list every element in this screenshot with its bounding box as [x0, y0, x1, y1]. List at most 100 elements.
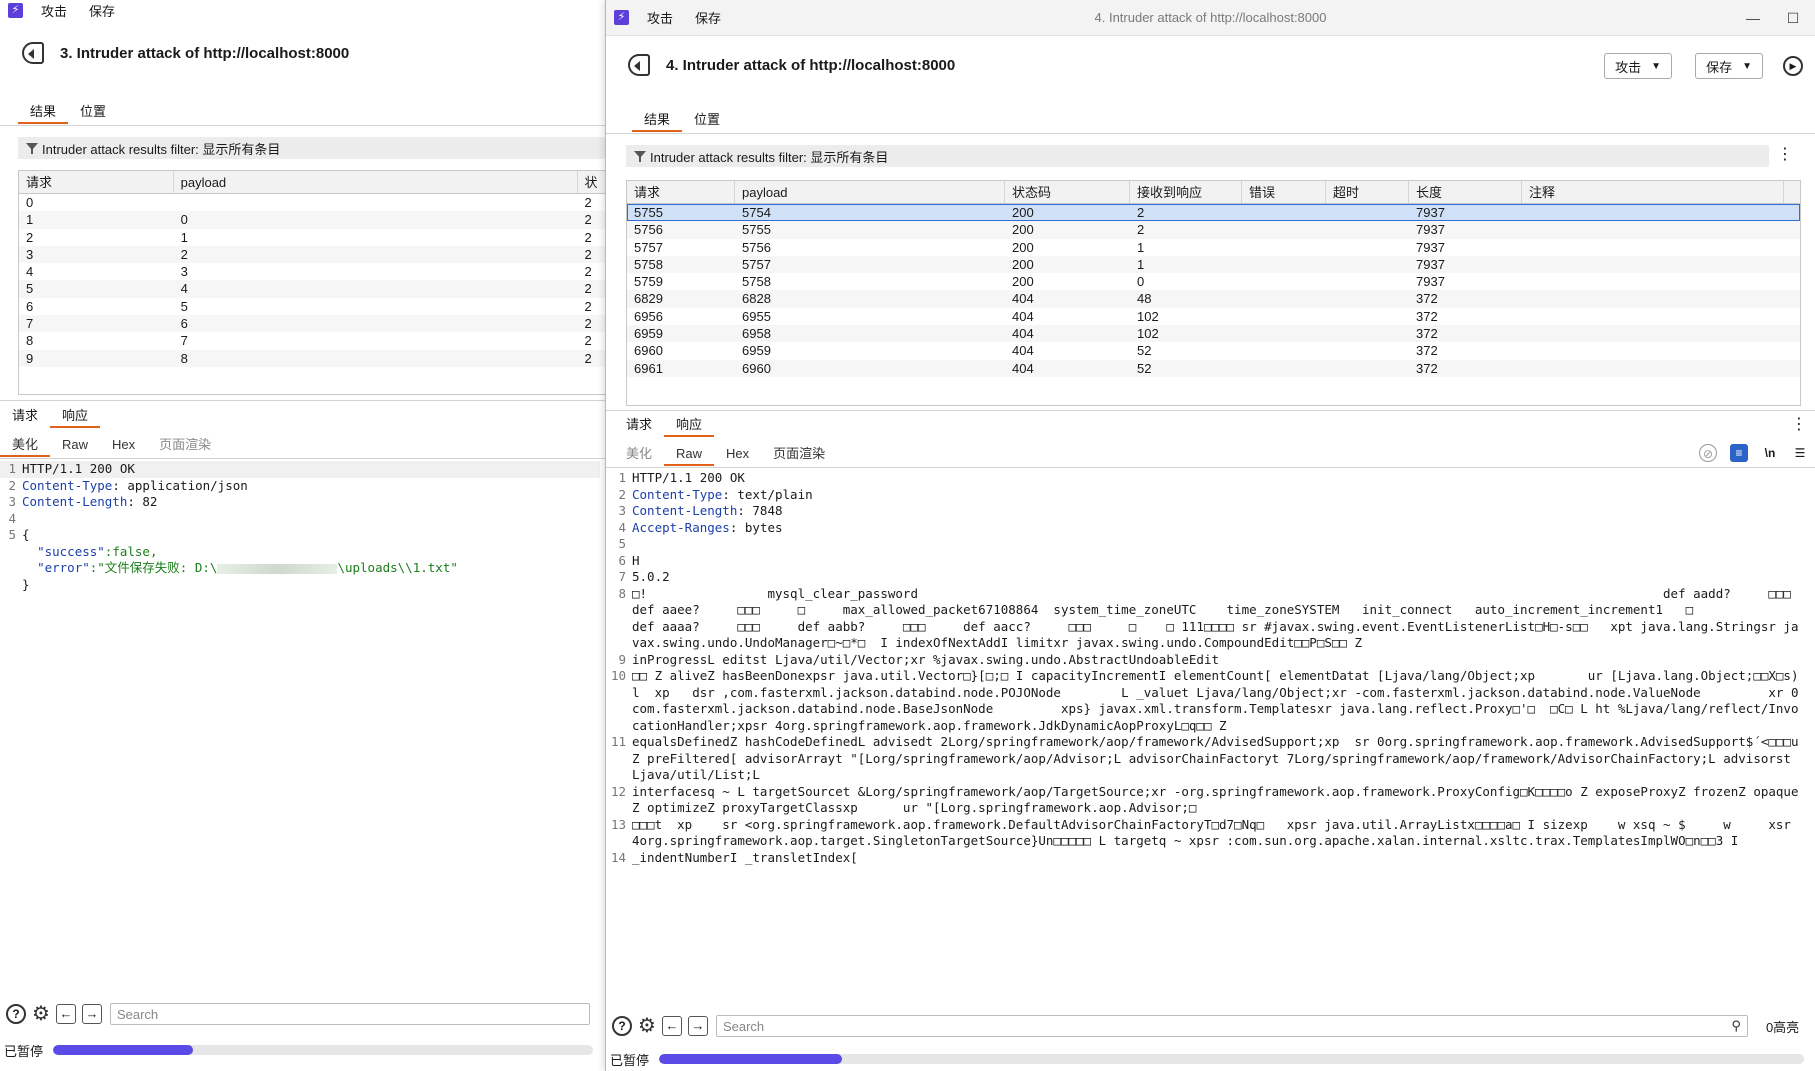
- hide-nonprintable-icon[interactable]: ⊘: [1699, 444, 1717, 462]
- right-response-editor[interactable]: 1 HTTP/1.1 200 OK 2 Content-Type: text/plai…: [610, 470, 1805, 1002]
- tab-results[interactable]: 结果: [632, 108, 683, 132]
- col-length[interactable]: 长度: [1409, 181, 1522, 203]
- view-hex[interactable]: Hex: [100, 433, 147, 457]
- tab-results[interactable]: 结果: [18, 100, 69, 124]
- table-cell: [1326, 204, 1409, 221]
- table-row[interactable]: 5 4 2: [19, 280, 605, 298]
- left-response-editor[interactable]: 1 HTTP/1.1 200 OK 2 Content-Type: applicati…: [0, 461, 600, 981]
- table-row[interactable]: 6960 6959 404 52 372: [627, 342, 1800, 359]
- tab-response[interactable]: 响应: [50, 404, 101, 428]
- table-row[interactable]: 5757 5756 200 1 7937: [627, 239, 1800, 256]
- table-row[interactable]: 02: [19, 194, 605, 211]
- table-cell: 2: [584, 229, 592, 245]
- table-cell: 7937: [1416, 239, 1445, 255]
- table-row[interactable]: 6 5 2: [19, 298, 605, 315]
- maximize-icon[interactable]: ☐: [1773, 0, 1813, 36]
- col-comment[interactable]: 注释: [1522, 181, 1784, 203]
- table-cell: 2: [584, 195, 592, 210]
- table-cell: 372: [1416, 360, 1438, 376]
- tab-positions[interactable]: 位置: [682, 108, 732, 132]
- line-text: _indentNumberI _transletIndex[: [632, 849, 858, 865]
- results-filter-bar[interactable]: Intruder attack results filter: 显示所有条目: [626, 145, 1769, 167]
- newline-icon[interactable]: \n: [1761, 444, 1779, 462]
- table-row[interactable]: 6956 6955 404 102 372: [627, 308, 1800, 325]
- menu-icon[interactable]: ☰: [1791, 444, 1809, 462]
- search-input[interactable]: Search: [109, 1003, 590, 1025]
- view-render[interactable]: 页面渲染: [147, 433, 223, 457]
- table-cell: 1: [1137, 256, 1145, 272]
- editor-line: 4: [0, 511, 600, 528]
- forward-nav-icon[interactable]: →: [81, 1004, 102, 1024]
- table-row[interactable]: 6961 6960 404 52 372: [627, 359, 1800, 377]
- line-text: {: [22, 527, 30, 542]
- menu-attack[interactable]: 攻击: [647, 8, 673, 27]
- back-nav-icon[interactable]: ←: [55, 1004, 76, 1024]
- col-payload[interactable]: payload: [735, 181, 1005, 203]
- table-row[interactable]: 7 6 2: [19, 315, 605, 333]
- gear-icon[interactable]: ⚙: [638, 1016, 656, 1036]
- table-row[interactable]: 9 8 2: [19, 349, 605, 367]
- view-raw[interactable]: Raw: [50, 433, 100, 457]
- status-label: 已暂停: [4, 1043, 44, 1059]
- table-row[interactable]: 1 0 2: [19, 211, 605, 229]
- table-cell: 5: [180, 298, 188, 314]
- tab-positions[interactable]: 位置: [68, 100, 118, 124]
- col-status-code[interactable]: 状态码: [1005, 181, 1130, 203]
- menu-save[interactable]: 保存: [89, 1, 115, 20]
- menu-save[interactable]: 保存: [695, 8, 721, 27]
- line-text: HTTP/1.1 200 OK: [632, 470, 745, 485]
- results-filter-bar[interactable]: Intruder attack results filter: 显示所有条目: [18, 137, 605, 159]
- minimize-icon[interactable]: —: [1733, 0, 1773, 36]
- table-cell: 2: [584, 246, 592, 262]
- table-cell: [1242, 308, 1326, 325]
- table-cell: [1326, 308, 1409, 325]
- view-raw[interactable]: Raw: [664, 442, 715, 466]
- table-row[interactable]: 3 2 2: [19, 245, 605, 264]
- view-render[interactable]: 页面渲染: [761, 442, 837, 466]
- gear-icon[interactable]: ⚙: [32, 1004, 50, 1024]
- more-options-icon[interactable]: ⋮: [1777, 146, 1793, 164]
- table-row[interactable]: 6829 6828 404 48 372: [627, 290, 1800, 308]
- search-input[interactable]: Search ⚲: [715, 1015, 1748, 1037]
- col-error[interactable]: 错误: [1242, 181, 1326, 203]
- table-row[interactable]: 5758 5757 200 1 7937: [627, 255, 1800, 274]
- menu-attack[interactable]: 攻击: [41, 1, 67, 20]
- progress-bar: [659, 1054, 1805, 1064]
- view-pretty[interactable]: 美化: [0, 433, 51, 457]
- table-row[interactable]: 5755 5754 200 2 7937: [627, 204, 1800, 222]
- table-row[interactable]: 8 7 2: [19, 332, 605, 349]
- attack-button[interactable]: 攻击 ▼: [1604, 53, 1672, 79]
- back-arrow-icon[interactable]: [628, 54, 650, 76]
- col-payload[interactable]: payload: [174, 171, 578, 193]
- table-row[interactable]: 2 1 2: [19, 229, 605, 246]
- forward-nav-icon[interactable]: →: [687, 1016, 708, 1036]
- col-status[interactable]: 状: [578, 171, 606, 193]
- table-row[interactable]: 4 3 2: [19, 263, 605, 280]
- tab-response[interactable]: 响应: [664, 413, 715, 437]
- back-arrow-icon[interactable]: [22, 42, 44, 64]
- back-nav-icon[interactable]: ←: [661, 1016, 682, 1036]
- play-icon[interactable]: ▶: [1783, 56, 1803, 76]
- view-hex[interactable]: Hex: [714, 442, 761, 466]
- table-cell: [1326, 342, 1409, 359]
- wrap-lines-icon[interactable]: ≡: [1730, 444, 1748, 462]
- col-request[interactable]: 请求: [627, 181, 735, 203]
- search-icon[interactable]: ⚲: [1731, 1018, 1741, 1034]
- tab-request[interactable]: 请求: [614, 413, 664, 437]
- table-row[interactable]: 6959 6958 404 102 372: [627, 325, 1800, 343]
- more-options-icon[interactable]: ⋮: [1791, 414, 1807, 434]
- view-pretty[interactable]: 美化: [614, 442, 664, 466]
- col-request[interactable]: 请求: [19, 171, 174, 193]
- table-cell: 5756: [742, 239, 771, 255]
- table-cell: 5758: [742, 274, 771, 290]
- col-timeout[interactable]: 超时: [1326, 181, 1409, 203]
- save-button[interactable]: 保存 ▼: [1695, 53, 1763, 79]
- table-cell: 2: [584, 281, 592, 297]
- col-response-received[interactable]: 接收到响应: [1130, 181, 1242, 203]
- table-row[interactable]: 5756 5755 200 2 7937: [627, 221, 1800, 239]
- line-number: 3: [8, 494, 16, 509]
- help-icon[interactable]: ?: [612, 1016, 632, 1036]
- help-icon[interactable]: ?: [6, 1004, 26, 1024]
- tab-request[interactable]: 请求: [0, 404, 50, 428]
- table-row[interactable]: 5759 5758 200 0 7937: [627, 273, 1800, 290]
